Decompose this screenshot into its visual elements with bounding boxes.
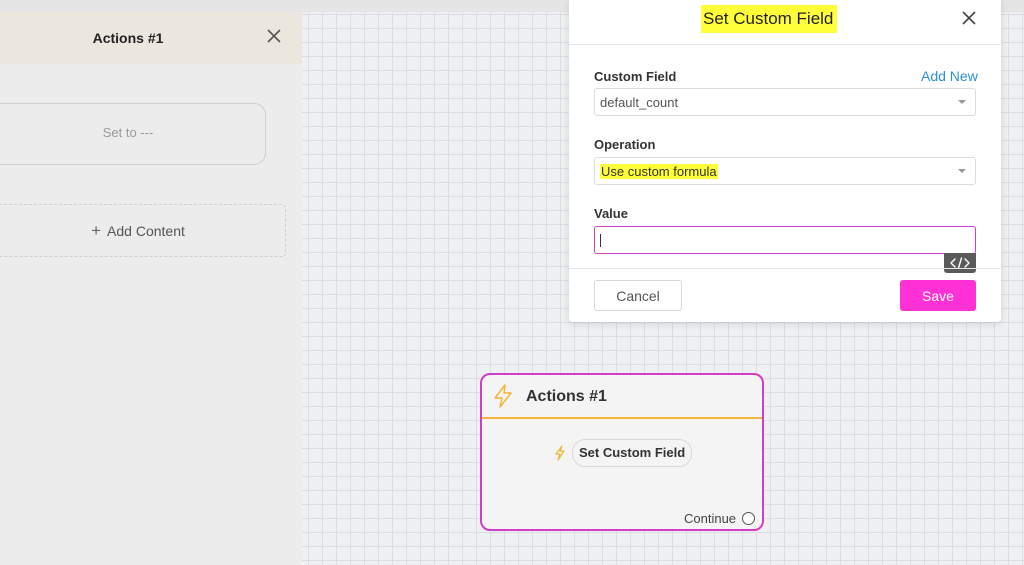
lightning-bolt-icon (494, 384, 512, 408)
set-to-text: Set to --- (102, 125, 154, 140)
set-custom-field-chip[interactable]: Set Custom Field (572, 439, 693, 467)
side-panel-title: Actions #1 (92, 30, 164, 46)
custom-field-value: default_count (600, 95, 679, 110)
modal-footer-divider (569, 268, 1001, 269)
close-icon[interactable] (264, 26, 284, 46)
add-content-inner: + Add Content (0, 221, 285, 241)
side-panel-header: Actions #1 (0, 12, 302, 64)
node-title: Actions #1 (526, 388, 607, 405)
operation-select[interactable]: Use custom formula (594, 157, 976, 185)
add-content-label: Add Content (107, 223, 185, 239)
text-cursor (600, 234, 601, 247)
chevron-down-icon (958, 100, 966, 104)
code-icon[interactable] (944, 253, 976, 273)
continue-label: Continue (684, 511, 737, 526)
value-input[interactable] (594, 226, 976, 254)
cancel-button[interactable]: Cancel (594, 280, 682, 311)
node-header: Actions #1 (482, 375, 762, 419)
set-to-card[interactable]: Set to --- (0, 103, 266, 165)
close-icon[interactable] (960, 9, 978, 27)
save-button[interactable]: Save (900, 280, 976, 311)
lightning-bolt-icon (555, 445, 565, 461)
chevron-down-icon (958, 169, 966, 173)
modal-header-divider (569, 44, 1001, 45)
actions-node[interactable]: Actions #1 Set Custom Field Continue (480, 373, 764, 531)
continue-port[interactable] (742, 512, 755, 525)
add-new-link[interactable]: Add New (921, 68, 978, 84)
modal-title: Set Custom Field (701, 5, 838, 33)
value-label: Value (594, 206, 628, 221)
add-content-button[interactable]: + Add Content (0, 204, 286, 257)
custom-field-select[interactable]: default_count (594, 88, 976, 116)
operation-value: Use custom formula (600, 164, 718, 179)
operation-label: Operation (594, 137, 656, 152)
actions-side-panel: Actions #1 Set to --- + Add Content (0, 12, 302, 565)
set-custom-field-modal: Set Custom Field Custom Field Add New de… (569, 0, 1001, 322)
plus-icon: + (91, 221, 102, 240)
custom-field-label: Custom Field (594, 69, 677, 84)
